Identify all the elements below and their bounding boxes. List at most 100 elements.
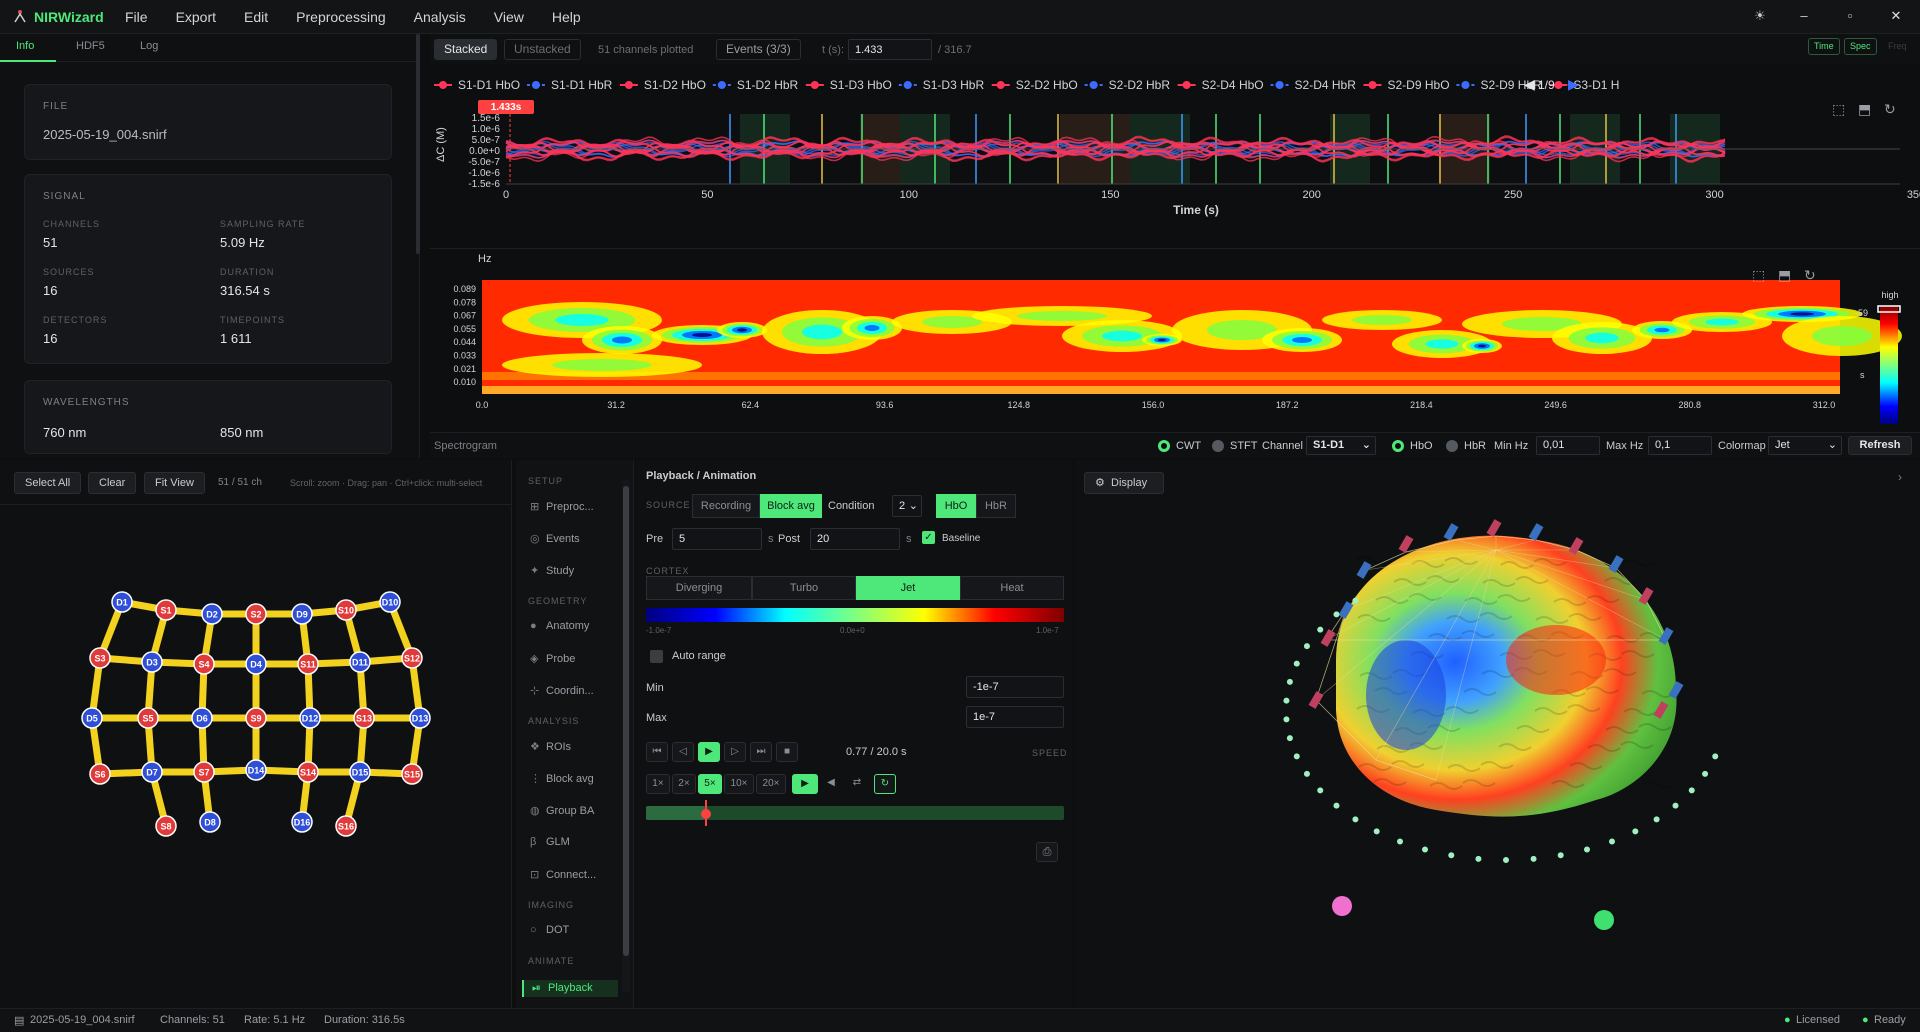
pre-input[interactable]: 5 — [672, 528, 762, 550]
view-time-toggle[interactable]: Time — [1808, 38, 1840, 55]
probe-optode-s13[interactable]: S13 — [353, 707, 375, 729]
crop-icon[interactable]: ⬚ — [1832, 101, 1845, 117]
legend-prev-icon[interactable]: ◀ — [1524, 76, 1535, 93]
playback-progress-track[interactable] — [646, 800, 1064, 826]
clear-button[interactable]: Clear — [88, 472, 137, 494]
probe-layout[interactable]: D1 S1 D2 S2 D9 S10 D10 S3 D3 S4 D4 S11 D11 S12 D5 S5 D6 S… — [0, 506, 512, 1006]
sidebar-item-study[interactable]: ✦ Study — [530, 564, 574, 577]
min-input[interactable]: -1e-7 — [966, 676, 1064, 698]
probe-optode-s3[interactable]: S3 — [89, 647, 111, 669]
probe-optode-d12[interactable]: D12 — [299, 707, 321, 729]
source-blockavg-button[interactable]: Block avg — [760, 494, 822, 518]
hbo-toggle[interactable]: HbO — [936, 494, 976, 518]
menu-view[interactable]: View — [494, 9, 524, 25]
menu-preprocessing[interactable]: Preprocessing — [296, 9, 386, 25]
cmap-diverging[interactable]: Diverging — [646, 576, 752, 600]
colormap-select[interactable]: Jet ⌄ — [1768, 436, 1842, 455]
sidebar-scrollbar[interactable] — [622, 480, 630, 992]
sidebar-item-groupba[interactable]: ◍ Group BA — [530, 804, 594, 817]
close-button[interactable]: ✕ — [1884, 6, 1908, 26]
probe-optode-d10[interactable]: D10 — [379, 591, 401, 613]
sidebar-item-anatomy[interactable]: ● Anatomy — [530, 620, 589, 632]
channel-select[interactable]: S1-D1 ⌄ — [1306, 436, 1376, 455]
probe-optode-d5[interactable]: D5 — [81, 707, 103, 729]
probe-optode-s1[interactable]: S1 — [155, 599, 177, 621]
probe-optode-d11[interactable]: D11 — [349, 651, 371, 673]
timeseries-plot[interactable]: 1.5e-61.0e-65.0e-70.0e+0-5.0e-7-1.0e-6-1… — [430, 100, 1920, 266]
cmap-jet[interactable]: Jet — [856, 576, 960, 600]
maximize-button[interactable]: ▫ — [1838, 6, 1862, 26]
legend-item[interactable]: S1-D3 HbR — [923, 78, 985, 92]
hbr-toggle[interactable]: HbR — [976, 494, 1016, 518]
probe-optode-s10[interactable]: S10 — [335, 599, 357, 621]
legend-item[interactable]: S1-D3 HbO — [830, 78, 892, 92]
sidebar-item-blockavg[interactable]: ⋮ Block avg — [530, 772, 594, 785]
probe-optode-s2[interactable]: S2 — [245, 603, 267, 625]
legend-item[interactable]: S2-D4 HbR — [1295, 78, 1357, 92]
legend-next-icon[interactable]: ▶ — [1568, 76, 1579, 93]
sidebar-item-connect[interactable]: ⊡ Connect... — [530, 868, 596, 881]
spectrogram-plot[interactable]: Hz 0.089 0.078 0.067 0.055 0.044 0.033 0.021 0.0… — [430, 250, 1920, 430]
menu-export[interactable]: Export — [176, 9, 216, 25]
unstacked-button[interactable]: Unstacked — [504, 39, 581, 60]
view-freq-toggle[interactable]: Freq — [1888, 41, 1907, 51]
sidebar-item-events[interactable]: ◎ Events — [530, 532, 580, 545]
sidebar-item-rois[interactable]: ❖ ROIs — [530, 740, 571, 753]
probe-optode-s4[interactable]: S4 — [193, 653, 215, 675]
export-icon[interactable]: ⎙ — [1036, 842, 1058, 862]
legend-item[interactable]: S2-D2 HbO — [1016, 78, 1078, 92]
menu-analysis[interactable]: Analysis — [414, 9, 466, 25]
menu-edit[interactable]: Edit — [244, 9, 268, 25]
probe-optode-d9[interactable]: D9 — [291, 603, 313, 625]
hbr-radio[interactable] — [1446, 440, 1458, 452]
probe-optode-d1[interactable]: D1 — [111, 591, 133, 613]
crop-icon[interactable]: ⬚ — [1752, 267, 1765, 283]
legend-item[interactable]: S2-D4 HbO — [1202, 78, 1264, 92]
tab-hdf5[interactable]: HDF5 — [76, 40, 105, 52]
source-recording-button[interactable]: Recording — [692, 494, 760, 518]
speed-1x[interactable]: 1× — [646, 774, 670, 794]
probe-optode-s8[interactable]: S8 — [155, 815, 177, 837]
sidebar-item-coordinates[interactable]: ⊹ Coordin... — [530, 684, 594, 697]
probe-optode-d15[interactable]: D15 — [349, 761, 371, 783]
maxhz-input[interactable]: 0,1 — [1648, 436, 1712, 455]
skip-start-icon[interactable]: ⏮ — [646, 742, 668, 762]
probe-optode-s7[interactable]: S7 — [193, 761, 215, 783]
speed-20x[interactable]: 20× — [756, 774, 786, 794]
condition-select[interactable]: 2 ⌄ — [892, 495, 922, 517]
legend-item[interactable]: S1-D1 HbR — [551, 78, 613, 92]
stop-icon[interactable]: ■ — [776, 742, 798, 762]
sidebar-item-playback[interactable]: ⏯ Playback — [522, 980, 618, 997]
probe-optode-s15[interactable]: S15 — [401, 763, 423, 785]
info-scrollbar[interactable] — [416, 34, 420, 254]
step-back-icon[interactable]: ◁ — [672, 742, 694, 762]
tab-info[interactable]: Info — [16, 40, 34, 52]
speed-10x[interactable]: 10× — [724, 774, 754, 794]
speed-2x[interactable]: 2× — [672, 774, 696, 794]
probe-optode-d2[interactable]: D2 — [201, 603, 223, 625]
time-input[interactable]: 1.433 — [848, 39, 932, 60]
legend-item[interactable]: S2-D9 HbO — [1388, 78, 1450, 92]
legend-item[interactable]: S3-D1 H — [1573, 78, 1619, 92]
minhz-input[interactable]: 0,01 — [1536, 436, 1600, 455]
autorange-checkbox[interactable] — [650, 650, 663, 663]
crop-alt-icon[interactable]: ⬒ — [1778, 267, 1791, 283]
sidebar-item-glm[interactable]: β GLM — [530, 836, 570, 848]
minimize-button[interactable]: – — [1792, 6, 1816, 26]
sidebar-item-probe[interactable]: ◈ Probe — [530, 652, 575, 665]
skip-end-icon[interactable]: ⏭ — [750, 742, 772, 762]
post-input[interactable]: 20 — [810, 528, 900, 550]
direction-forward-icon[interactable]: ▶ — [792, 774, 818, 794]
hbo-radio[interactable] — [1392, 440, 1404, 452]
cmap-heat[interactable]: Heat — [960, 576, 1064, 600]
menu-file[interactable]: File — [125, 9, 148, 25]
step-forward-icon[interactable]: ▷ — [724, 742, 746, 762]
fit-view-button[interactable]: Fit View — [144, 472, 205, 494]
cwt-radio[interactable] — [1158, 440, 1170, 452]
events-button[interactable]: Events (3/3) — [716, 39, 801, 60]
select-all-button[interactable]: Select All — [14, 472, 82, 494]
loop-icon[interactable]: ↻ — [874, 774, 896, 794]
direction-back-icon[interactable]: ◀ — [820, 774, 842, 794]
max-input[interactable]: 1e-7 — [966, 706, 1064, 728]
probe-optode-s16[interactable]: S16 — [335, 815, 357, 837]
